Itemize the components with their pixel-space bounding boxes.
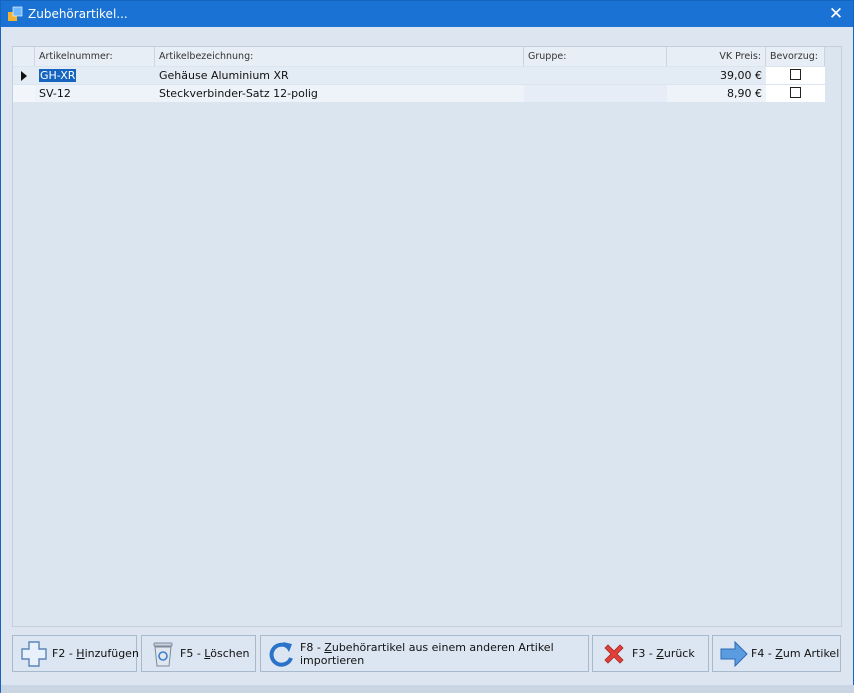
right-arrow-icon <box>720 640 748 668</box>
column-header-artikelbezeichnung[interactable]: Artikelbezeichnung: <box>155 47 524 66</box>
accessory-table: Artikelnummer: Artikelbezeichnung: Grupp… <box>12 46 842 627</box>
app-icon <box>8 6 23 21</box>
cell-bevorzugt <box>766 85 825 102</box>
header-rowselector <box>13 47 35 66</box>
trash-icon <box>153 642 173 667</box>
cell-gruppe[interactable] <box>524 85 667 102</box>
add-button-label: F2 - Hinzufügen <box>52 647 139 660</box>
cell-artikelnummer[interactable]: GH-XR <box>35 67 155 84</box>
cell-artikelnummer[interactable]: SV-12 <box>35 85 155 102</box>
cell-artikelbezeichnung[interactable]: Steckverbinder-Satz 12-polig <box>155 85 524 102</box>
zubehoer-dialog: Zubehörartikel... ✕ Artikelnummer: Artik… <box>0 0 854 693</box>
delete-button[interactable]: F5 - Löschen <box>141 635 256 672</box>
column-header-artikelnummer[interactable]: Artikelnummer: <box>35 47 155 66</box>
red-x-icon <box>604 644 624 664</box>
bevorzugt-checkbox[interactable] <box>790 69 801 80</box>
rotate-arrow-icon <box>269 642 293 667</box>
cell-vk-preis[interactable]: 39,00 € <box>667 67 766 84</box>
table-row[interactable]: GH-XR Gehäuse Aluminium XR 39,00 € <box>13 67 825 84</box>
back-button-label: F3 - Zurück <box>632 647 695 660</box>
cell-vk-preis[interactable]: 8,90 € <box>667 85 766 102</box>
cell-bevorzugt <box>766 67 825 84</box>
column-header-bevorzugt[interactable]: Bevorzug: <box>766 47 825 66</box>
current-row-arrow-icon <box>21 71 27 81</box>
window-title: Zubehörartikel... <box>28 7 128 21</box>
delete-button-label: F5 - Löschen <box>180 647 250 660</box>
import-button[interactable]: F8 - Zubehörartikel aus einem anderen Ar… <box>260 635 589 672</box>
column-header-gruppe[interactable]: Gruppe: <box>524 47 667 66</box>
cell-artikelbezeichnung[interactable]: Gehäuse Aluminium XR <box>155 67 524 84</box>
title-bar: Zubehörartikel... ✕ <box>1 1 853 27</box>
add-button[interactable]: F2 - Hinzufügen <box>12 635 139 672</box>
close-button[interactable]: ✕ <box>819 1 853 27</box>
plus-icon <box>21 641 47 667</box>
bevorzugt-checkbox[interactable] <box>790 87 801 98</box>
table-row[interactable]: SV-12 Steckverbinder-Satz 12-polig 8,90 … <box>13 85 825 102</box>
to-article-button-label: F4 - Zum Artikel <box>751 647 840 660</box>
import-button-label: F8 - Zubehörartikel aus einem anderen Ar… <box>300 641 554 667</box>
row-selector[interactable] <box>13 67 35 84</box>
row-selector[interactable] <box>13 85 35 102</box>
to-article-button[interactable]: F4 - Zum Artikel <box>712 635 841 672</box>
back-button[interactable]: F3 - Zurück <box>592 635 709 672</box>
selected-text: GH-XR <box>39 69 77 82</box>
column-header-vk-preis[interactable]: VK Preis: <box>667 47 766 66</box>
cell-gruppe[interactable] <box>524 67 667 84</box>
